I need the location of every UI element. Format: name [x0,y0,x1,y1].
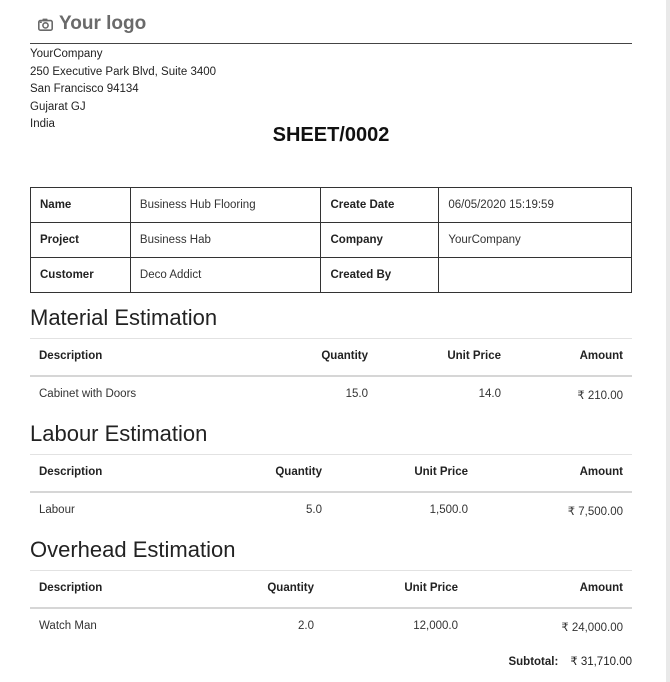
subtotal: Subtotal: ₹ 31,710.00 [508,654,632,668]
company-logo: Your logo [38,13,146,35]
row-quantity: 5.0 [306,504,322,516]
row-unit-price: 14.0 [478,388,501,400]
row-amount: ₹ 24,000.00 [561,622,623,634]
row-quantity: 2.0 [298,620,314,632]
amount-header: Amount [579,350,623,362]
logo-text: Your logo [59,13,147,34]
header-divider [30,43,632,44]
address-city: San Francisco 94134 [30,83,139,95]
labour-estimation-table: Description Quantity Unit Price Amount L… [30,454,632,529]
created-by-label: Created By [320,257,440,293]
company-label: Company [320,222,440,258]
company-address: YourCompany 250 Executive Park Blvd, Sui… [30,46,216,134]
material-estimation-table: Description Quantity Unit Price Amount C… [30,338,632,413]
create-date-label: Create Date [320,187,440,223]
sheet-title: SHEET/0002 [272,124,390,146]
row-description: Cabinet with Doors [39,388,137,400]
row-description: Labour [39,504,75,516]
labour-estimation-title: Labour Estimation [30,421,208,446]
table-header-row: Description Quantity Unit Price Amount [30,454,632,493]
row-amount: ₹ 210.00 [577,390,623,402]
row-quantity: 15.0 [345,388,368,400]
customer-value: Deco Addict [129,257,322,293]
row-description: Watch Man [39,620,97,632]
quantity-header: Quantity [321,350,368,362]
overhead-estimation-title: Overhead Estimation [30,537,236,562]
sheet-info-table: Name Business Hub Flooring Create Date 0… [30,187,632,293]
unit-price-header: Unit Price [447,350,501,362]
info-row: Name Business Hub Flooring Create Date 0… [30,187,632,223]
company-value: YourCompany [438,222,632,258]
table-header-row: Description Quantity Unit Price Amount [30,570,632,609]
unit-price-header: Unit Price [404,582,458,594]
name-label: Name [30,187,131,223]
table-row: Cabinet with Doors 15.0 14.0 ₹ 210.00 [30,377,632,413]
quantity-header: Quantity [267,582,314,594]
company-name: YourCompany [30,48,103,60]
page-edge [666,0,670,682]
customer-label: Customer [30,257,131,293]
table-header-row: Description Quantity Unit Price Amount [30,338,632,377]
amount-header: Amount [579,582,623,594]
row-amount: ₹ 7,500.00 [567,506,623,518]
address-line-1: 250 Executive Park Blvd, Suite 3400 [30,65,217,78]
amount-header: Amount [579,466,623,478]
info-row: Project Business Hab Company YourCompany [30,222,632,258]
project-label: Project [30,222,131,258]
subtotal-value: ₹ 31,710.00 [570,656,632,668]
name-value: Business Hub Flooring [129,187,322,223]
table-row: Watch Man 2.0 12,000.0 ₹ 24,000.00 [30,609,632,645]
description-header: Description [39,466,103,478]
unit-price-header: Unit Price [414,466,468,478]
description-header: Description [39,350,103,362]
created-by-value [438,257,632,293]
camera-icon [38,18,53,31]
description-header: Description [39,582,103,594]
table-row: Labour 5.0 1,500.0 ₹ 7,500.00 [30,493,632,529]
row-unit-price: 1,500.0 [429,504,468,516]
project-value: Business Hab [129,222,322,258]
row-unit-price: 12,000.0 [413,620,458,632]
create-date-value: 06/05/2020 15:19:59 [438,187,632,223]
overhead-estimation-table: Description Quantity Unit Price Amount W… [30,570,632,645]
material-estimation-title: Material Estimation [30,305,218,330]
address-state: Gujarat GJ [30,100,86,113]
info-row: Customer Deco Addict Created By [30,257,632,293]
quantity-header: Quantity [275,466,322,478]
subtotal-label: Subtotal: [508,656,559,668]
